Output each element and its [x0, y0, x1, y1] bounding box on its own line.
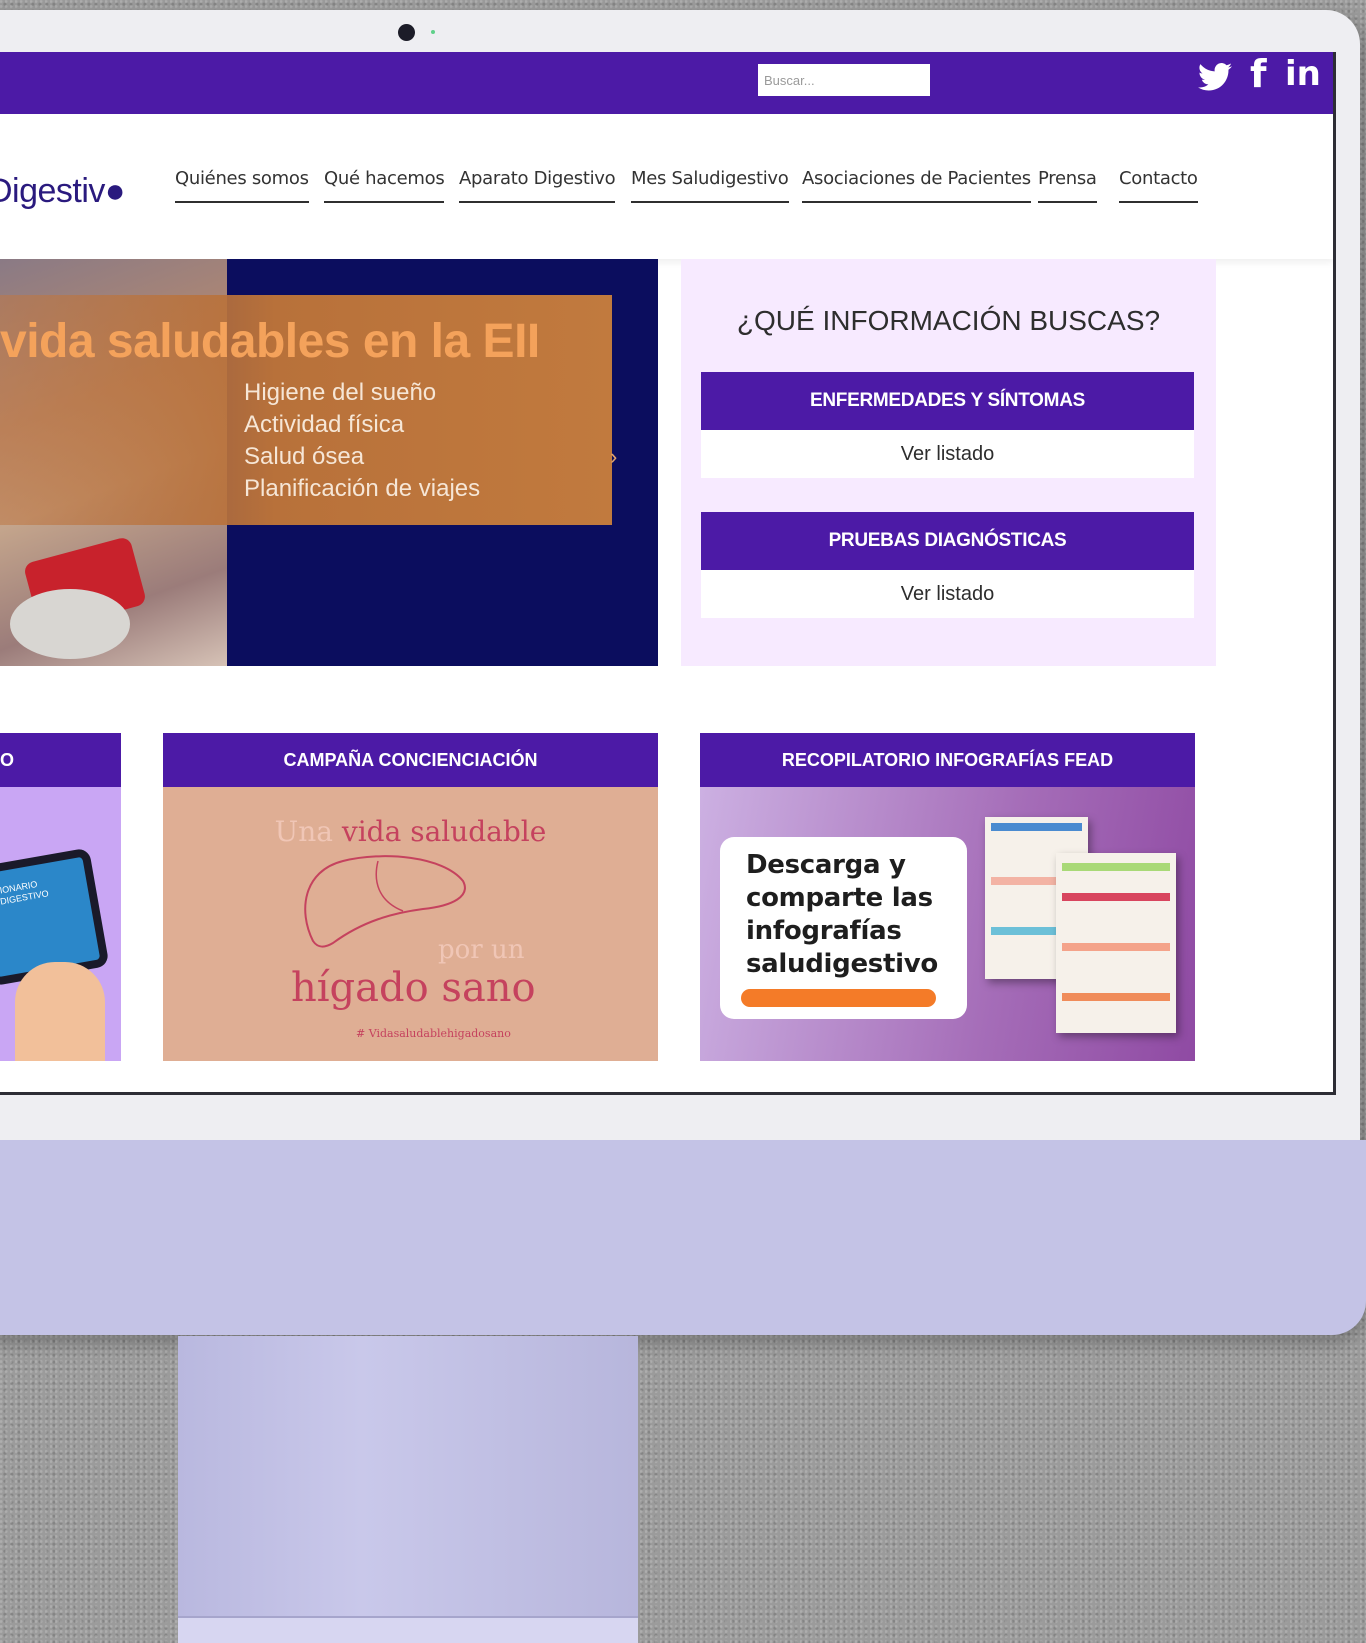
info-panel-title: ¿QUÉ INFORMACIÓN BUSCAS?: [736, 305, 1161, 336]
nav-quienes-somos[interactable]: Quiénes somos: [175, 168, 309, 203]
campaign-subheading: por un: [438, 935, 525, 965]
infografias-card[interactable]: RECOPILATORIO INFOGRAFÍAS FEAD Descarga …: [700, 733, 1195, 1061]
poster-band: [1062, 993, 1170, 1001]
facebook-icon[interactable]: f: [1250, 52, 1267, 96]
monitor-stand-base: [178, 1616, 638, 1643]
poster-band: [1062, 943, 1170, 951]
campaign-heading: Una vida saludable: [163, 815, 658, 848]
download-callout: Descarga y comparte las infografías salu…: [720, 837, 967, 1019]
card-title: CAMPAÑA CONCIENCIACIÓN: [163, 733, 658, 787]
enfermedades-sintomas-button[interactable]: ENFERMEDADES Y SÍNTOMAS: [701, 372, 1194, 430]
hand-illustration: [15, 962, 105, 1061]
camera-icon: [398, 24, 415, 41]
site-header: Digestiv● Quiénes somos Qué hacemos Apar…: [0, 114, 1333, 259]
nav-que-hacemos[interactable]: Qué hacemos: [324, 168, 445, 203]
campana-card[interactable]: CAMPAÑA CONCIENCIACIÓN Una vida saludabl…: [163, 733, 658, 1061]
poster-band: [1062, 893, 1170, 901]
tablet-text: CCIONARIO LUDIGESTIVO: [0, 879, 50, 909]
download-bar: [741, 989, 936, 1007]
card-image: Descarga y comparte las infografías salu…: [700, 787, 1195, 1061]
search-input[interactable]: [758, 64, 930, 96]
slider-next-arrow-icon[interactable]: ›: [610, 444, 617, 470]
monitor-chin: [0, 1140, 1366, 1335]
nav-contacto[interactable]: Contacto: [1119, 168, 1198, 203]
download-callout-text: Descarga y comparte las infografías salu…: [746, 850, 938, 979]
tablet-screen: CCIONARIO LUDIGESTIVO: [0, 856, 101, 978]
card-image: CCIONARIO LUDIGESTIVO: [0, 787, 121, 1061]
card-title: O: [0, 733, 121, 787]
hero-title: vida saludables en la EII: [0, 315, 540, 368]
diccionario-card[interactable]: O CCIONARIO LUDIGESTIVO: [0, 733, 121, 1061]
top-bar: f in: [0, 52, 1333, 114]
site-logo[interactable]: Digestiv●: [0, 172, 125, 211]
card-image: Una vida saludable por un hígado sano # …: [163, 787, 658, 1061]
website-screen: f in Digestiv● Quiénes somos Qué hacemos…: [0, 52, 1336, 1095]
hero-list-item: Actividad física: [244, 411, 405, 438]
hero-list: Higiene del sueño Actividad física Salud…: [244, 377, 480, 505]
twitter-icon[interactable]: [1198, 56, 1232, 100]
hero-list-item: Higiene del sueño: [244, 379, 437, 406]
pruebas-ver-listado-link[interactable]: Ver listado: [701, 570, 1194, 618]
hero-photo-object: [10, 589, 130, 659]
poster-band: [991, 823, 1082, 831]
linkedin-icon[interactable]: in: [1285, 54, 1321, 94]
hero-list-item: Planificación de viajes: [244, 475, 481, 502]
campaign-heading-b: vida saludable: [341, 815, 547, 848]
infographic-thumbnail: [1056, 853, 1176, 1033]
hero-slider[interactable]: vida saludables en la EII Higiene del su…: [0, 259, 658, 666]
campaign-hashtag: # Vidasaludablehigadosano: [356, 1027, 511, 1040]
enfermedades-ver-listado-link[interactable]: Ver listado: [701, 430, 1194, 478]
poster-band: [1062, 863, 1170, 871]
nav-prensa[interactable]: Prensa: [1038, 168, 1097, 203]
hero-list-item: Salud ósea: [244, 443, 365, 470]
monitor-stand: [178, 1336, 638, 1641]
info-search-panel: ¿QUÉ INFORMACIÓN BUSCAS? ENFERMEDADES Y …: [681, 259, 1216, 666]
pruebas-diagnosticas-button[interactable]: PRUEBAS DIAGNÓSTICAS: [701, 512, 1194, 570]
nav-aparato-digestivo[interactable]: Aparato Digestivo: [459, 168, 616, 203]
camera-led-icon: [431, 30, 435, 34]
card-title: RECOPILATORIO INFOGRAFÍAS FEAD: [700, 733, 1195, 787]
nav-asociaciones-pacientes[interactable]: Asociaciones de Pacientes: [802, 168, 1031, 203]
campaign-heading-a: Una: [274, 815, 342, 848]
campaign-main-text: hígado sano: [291, 965, 536, 1011]
nav-mes-saludigestivo[interactable]: Mes Saludigestivo: [631, 168, 789, 203]
